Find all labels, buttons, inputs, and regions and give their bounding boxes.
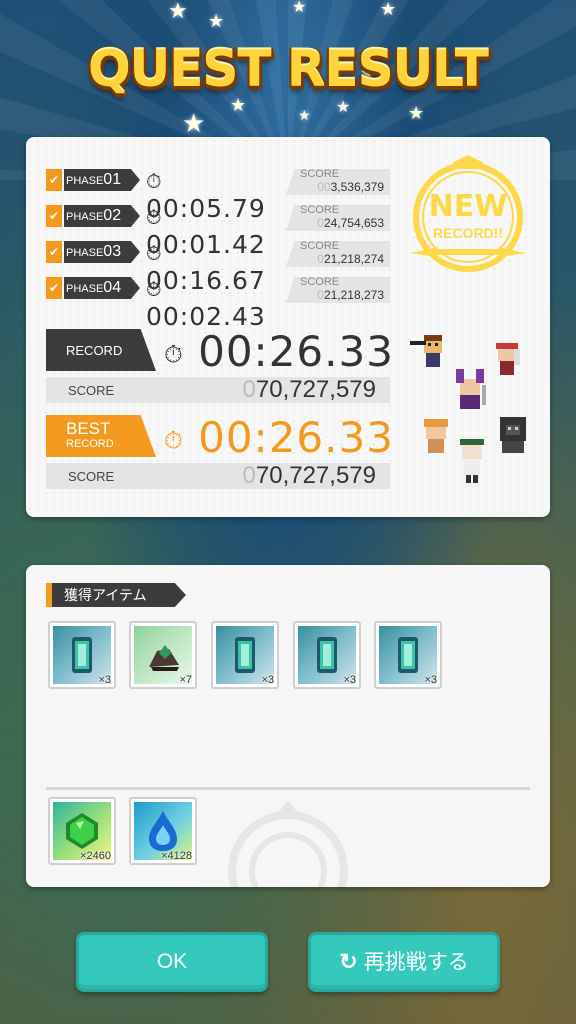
star-icon: ★: [408, 103, 425, 123]
item-slot[interactable]: ×3: [211, 621, 279, 689]
check-icon: ✔: [46, 241, 62, 263]
item-slot[interactable]: ×7: [129, 621, 197, 689]
emblem-watermark-icon: [228, 801, 348, 887]
stopwatch-icon: ⏱: [164, 426, 184, 455]
stopwatch-icon: ⏱: [164, 340, 184, 369]
phase-tag: PHASE02: [64, 205, 140, 227]
item-slot[interactable]: ×3: [48, 621, 116, 689]
star-icon: ★: [292, 0, 307, 16]
party-characters-icon: [410, 335, 526, 483]
check-icon: ✔: [46, 277, 62, 299]
record-score: SCORE 070,727,579: [46, 376, 390, 403]
ore-icon: [149, 645, 179, 671]
green-gem-icon: [66, 813, 98, 849]
stopwatch-icon: ⏱: [146, 205, 163, 229]
item-slot[interactable]: ×3: [374, 621, 442, 689]
phase-tag: PHASE04: [64, 277, 140, 299]
blue-crystal-icon: [235, 637, 255, 673]
stopwatch-icon: ⏱: [146, 277, 163, 301]
phase-score: SCORE 003,536,379: [286, 169, 390, 195]
star-icon: ★: [336, 99, 351, 116]
currency-slot[interactable]: ×4128: [129, 797, 197, 865]
items-panel: 獲得アイテム ×3 ×7 ×3 ×3 ×3 ×2460 ×4128: [26, 565, 550, 887]
blue-crystal-icon: [72, 637, 92, 673]
star-icon: ★: [380, 0, 397, 19]
stopwatch-icon: ⏱: [146, 169, 163, 193]
star-icon: ★: [208, 11, 225, 31]
stamp-subtext: RECORD!!: [433, 225, 503, 241]
record-time: ⏱ 00:26.33: [164, 327, 394, 376]
best-record-score: SCORE 070,727,579: [46, 462, 390, 489]
star-icon: ★: [298, 107, 311, 123]
phase-time: ⏱00:02.43: [146, 277, 266, 331]
star-icon: ★: [182, 108, 206, 138]
item-slot[interactable]: ×3: [293, 621, 361, 689]
record-tag: RECORD: [46, 329, 156, 371]
blue-crystal-icon: [317, 637, 337, 673]
page-title: QUEST RESULT: [88, 40, 489, 98]
phase-score: SCORE 021,218,274: [286, 241, 390, 267]
blue-crystal-icon: [398, 637, 418, 673]
retry-icon: ↻: [339, 949, 358, 974]
stopwatch-icon: ⏱: [146, 241, 163, 265]
retry-label: 再挑戦する: [363, 951, 469, 974]
acquired-items-header: 獲得アイテム: [46, 583, 186, 607]
result-panel: ✔ PHASE01 ⏱00:05.79 SCORE 003,536,379 ✔ P…: [26, 137, 550, 517]
phase-score: SCORE 024,754,653: [286, 205, 390, 231]
new-record-stamp: NEW RECORD!!: [408, 153, 528, 273]
star-icon: ★: [168, 0, 188, 23]
stamp-text: NEW: [428, 189, 508, 224]
currency-slot[interactable]: ×2460: [48, 797, 116, 865]
blue-drop-icon: [149, 811, 177, 851]
ok-button[interactable]: OK: [76, 932, 268, 992]
best-record-tag: BEST RECORD: [46, 415, 156, 457]
phase-tag: PHASE01: [64, 169, 140, 191]
best-record-time: ⏱ 00:26.33: [164, 413, 394, 462]
retry-button[interactable]: ↻ 再挑戦する: [308, 932, 500, 992]
phase-score: SCORE 021,218,273: [286, 277, 390, 303]
star-icon: ★: [230, 95, 247, 115]
check-icon: ✔: [46, 205, 62, 227]
items-divider: [46, 787, 530, 790]
phase-tag: PHASE03: [64, 241, 140, 263]
check-icon: ✔: [46, 169, 62, 191]
